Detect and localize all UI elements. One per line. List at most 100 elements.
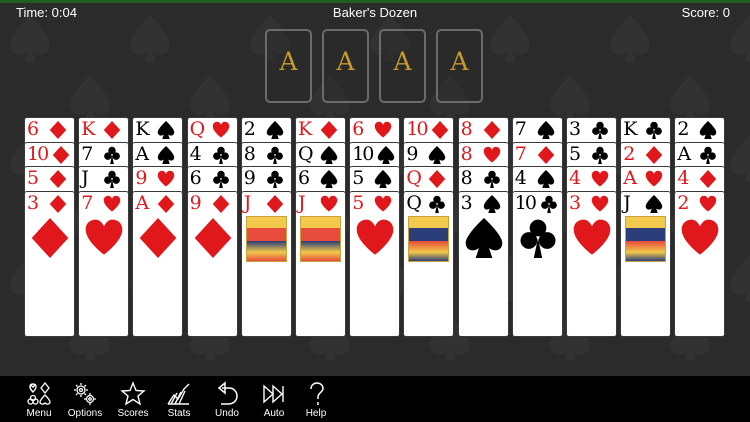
foundation-pile-3[interactable]: A [379, 29, 426, 103]
spade-suit-icon [377, 145, 395, 164]
foundation-label: A [336, 47, 355, 76]
card-rank: Q [189, 118, 206, 140]
card[interactable]: 3 [457, 190, 509, 337]
court-card-portrait [245, 215, 287, 262]
heart-suit-icon [645, 170, 663, 187]
club-suit-icon [212, 146, 229, 164]
card-rank: J [81, 167, 89, 189]
diamond-suit-icon [212, 194, 229, 213]
card[interactable]: A [132, 190, 184, 337]
question-icon [310, 382, 324, 405]
club-suit-icon [592, 121, 608, 139]
heart-suit-icon [700, 195, 717, 211]
card[interactable]: 7 [78, 190, 130, 337]
card-rank: 6 [27, 118, 39, 140]
court-card-portrait [300, 215, 341, 262]
spade-suit-icon [537, 170, 555, 188]
fast-forward-icon [263, 384, 284, 404]
foundation-label: A [279, 47, 298, 76]
card-rank: K [623, 118, 637, 140]
card-rank: 10 [514, 191, 537, 214]
card-rank: 10 [27, 142, 49, 165]
toolbar-label: Stats [167, 408, 191, 419]
club-suit-icon [646, 121, 663, 139]
heart-suit-icon [356, 219, 394, 255]
foundation-pile-4[interactable]: A [436, 29, 483, 103]
card[interactable]: J [240, 190, 292, 337]
diamond-suit-icon [320, 121, 338, 139]
card-rank: 3 [27, 191, 39, 214]
card[interactable]: 3 [566, 190, 617, 337]
card-rank: 9 [135, 167, 147, 189]
diamond-suit-icon [194, 217, 231, 258]
club-suit-icon [483, 170, 500, 188]
card[interactable]: J [295, 190, 346, 337]
card-rank: 7 [514, 118, 527, 140]
card[interactable]: 10 [511, 190, 563, 337]
card-rank: 4 [569, 167, 581, 189]
spade-suit-icon [320, 145, 338, 164]
diamond-suit-icon [429, 170, 446, 188]
card-rank: 3 [460, 191, 473, 214]
club-suit-icon [429, 195, 446, 213]
spade-suit-icon [483, 194, 500, 213]
status-bar: Time: 0:04 Baker's Dozen Score: 0 [0, 3, 750, 23]
diamond-suit-icon [432, 121, 449, 139]
spade-suit-icon [429, 145, 446, 164]
card-rank: 2 [623, 142, 635, 165]
card-rank: 4 [189, 142, 202, 165]
heart-suit-icon [320, 195, 338, 211]
card-rank: 3 [569, 191, 581, 214]
card-rank: K [298, 118, 312, 140]
card-rank: 6 [298, 167, 310, 189]
card-rank: 6 [189, 167, 202, 189]
score-text: Score: 0 [681, 5, 730, 20]
card[interactable]: 5 [349, 190, 401, 337]
diamond-suit-icon [537, 145, 555, 164]
card-rank: 8 [243, 142, 256, 165]
card-rank: Q [298, 142, 314, 165]
card[interactable]: 2 [674, 190, 726, 337]
card[interactable]: 3 [24, 190, 75, 337]
club-suit-icon [266, 146, 283, 164]
card[interactable]: 9 [186, 190, 238, 337]
toolbar-label: Options [67, 408, 103, 419]
club-suit-icon [104, 170, 121, 188]
card-rank: 7 [81, 142, 93, 165]
diamond-suit-icon [483, 121, 500, 139]
club-suit-icon [104, 146, 121, 164]
card-rank: 2 [677, 118, 689, 140]
heart-suit-icon [591, 195, 609, 211]
spade-suit-icon [374, 170, 392, 188]
diamond-suit-icon [31, 217, 69, 258]
diamond-suit-icon [700, 170, 717, 188]
chart-icon [167, 383, 190, 405]
foundation-pile-1[interactable]: A [265, 29, 312, 103]
diamond-suit-icon [49, 170, 67, 188]
card-rank: 10 [406, 118, 428, 140]
card[interactable]: Q [403, 190, 455, 337]
card-rank: A [135, 142, 149, 165]
card-rank: 2 [243, 118, 256, 140]
diamond-suit-icon [140, 217, 177, 258]
heart-suit-icon [158, 170, 175, 187]
spade-suit-icon [465, 217, 502, 258]
club-suit-icon [520, 219, 556, 258]
club-suit-icon [212, 170, 229, 188]
diamond-suit-icon [645, 145, 663, 164]
foundation-label: A [393, 47, 412, 76]
foundation-label: A [450, 47, 469, 76]
diamond-suit-icon [52, 145, 70, 164]
card-rank: A [623, 167, 637, 189]
club-suit-icon [592, 146, 608, 164]
card-rank: Q [406, 167, 422, 189]
toolbar-label: Scores [117, 408, 149, 419]
diamond-suit-icon [103, 121, 121, 139]
foundation-pile-2[interactable]: A [322, 29, 369, 103]
card[interactable]: J [620, 190, 672, 337]
heart-suit-icon [212, 121, 229, 138]
card-rank: J [623, 191, 631, 214]
heart-suit-icon [85, 219, 123, 255]
undo-icon [217, 381, 238, 405]
diamond-suit-icon [49, 194, 67, 213]
